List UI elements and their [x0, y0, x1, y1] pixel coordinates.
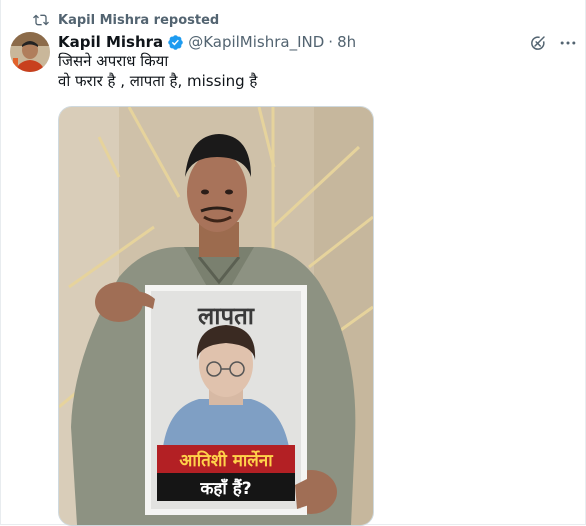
verified-badge-icon[interactable]: [167, 34, 184, 51]
poster-name-text: आतिशी मार्लेना: [179, 450, 273, 471]
header-separator: ·: [328, 33, 334, 51]
timestamp[interactable]: 8h: [337, 33, 356, 51]
tweet-text: जिसने अपराध किया वो फरार है , लापता है, …: [58, 51, 257, 91]
tweet-text-line-2: वो फरार है , लापता है, missing है: [58, 72, 258, 90]
tweet-media-image[interactable]: लापता आतिशी मार्लेना कहाँ हैं?: [58, 106, 374, 526]
repost-indicator: Kapil Mishra reposted: [33, 11, 219, 29]
more-options-icon[interactable]: [557, 33, 579, 53]
author-handle[interactable]: @KapilMishra_IND: [188, 33, 324, 51]
repost-icon: [33, 14, 49, 26]
repost-label[interactable]: Kapil Mishra reposted: [58, 13, 219, 28]
tweet-card[interactable]: Kapil Mishra reposted Kapil Mishra @Kapi…: [0, 0, 586, 526]
author-name[interactable]: Kapil Mishra: [58, 33, 163, 51]
poster-question-text: कहाँ हैं?: [199, 478, 251, 499]
tweet-header: Kapil Mishra @KapilMishra_IND · 8h: [58, 32, 356, 52]
grok-icon[interactable]: [529, 34, 547, 52]
tweet-text-line-1: जिसने अपराध किया: [58, 52, 169, 70]
avatar[interactable]: [10, 32, 50, 72]
